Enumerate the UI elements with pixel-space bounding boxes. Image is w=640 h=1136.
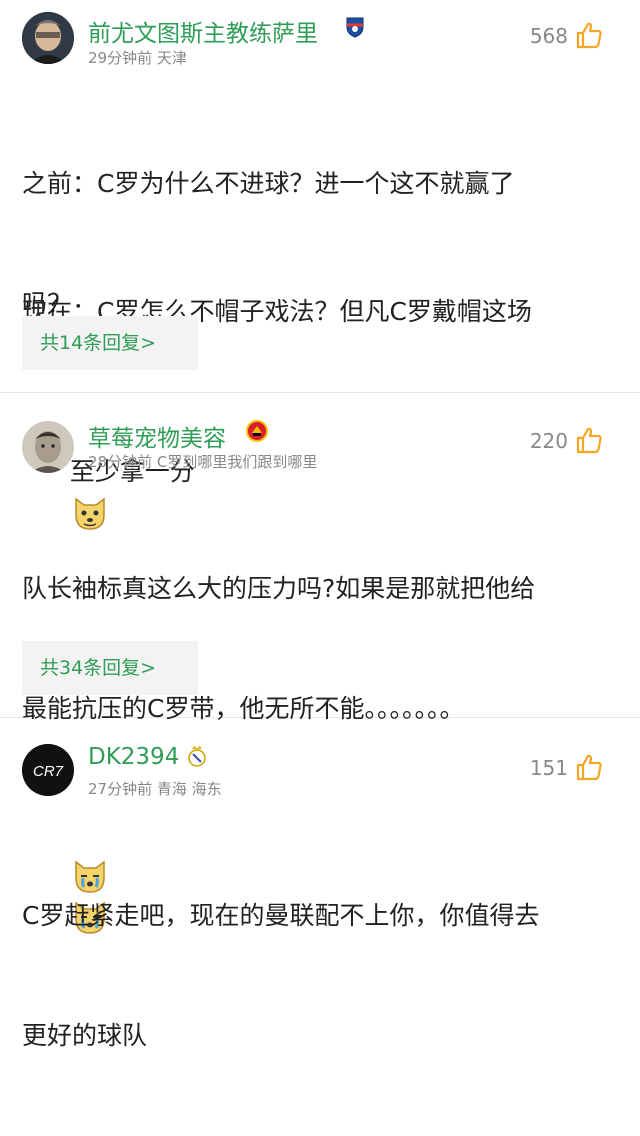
comment-meta: 28分钟前 C罗到哪里我们跟到哪里 [88,451,317,472]
comment-line: 队长袖标真这么大的压力吗?如果是那就把他给 [22,574,536,603]
comment-item: 前尤文图斯主教练萨里 29分钟前 天津 568 之前：C罗为什么不进球？进一个这… [0,0,640,530]
username[interactable]: DK2394 [88,744,179,770]
comment-text: C罗赶紧走吧，现在的曼联配不上你，你值得去 更好的球队 [22,816,618,1136]
comment-location: C罗到哪里我们跟到哪里 [156,453,318,471]
comment-line: C罗赶紧走吧，现在的曼联配不上你，你值得去 [22,901,540,930]
cr7-logo-text: CR7 [33,763,64,780]
comment-line: 更好的球队 [22,1021,148,1050]
avatar[interactable] [22,12,74,64]
comment-line: 之前：C罗为什么不进球？进一个这不就赢了 [22,169,515,198]
view-replies-button[interactable]: 共34条回复> [22,641,198,695]
team-badge-icon [346,17,364,38]
like-count: 220 [529,429,568,453]
real-madrid-badge-icon [188,746,206,767]
comment-time: 27分钟前 [88,780,153,798]
comment-location: 青海 海东 [156,780,222,798]
comment-time: 29分钟前 [88,49,153,67]
comment-meta: 27分钟前 青海 海东 [88,778,222,799]
like-count: 151 [529,756,568,780]
man-utd-badge-icon [246,420,268,442]
view-replies-button[interactable]: 共14条回复> [22,316,198,370]
comment-time: 28分钟前 [88,453,153,471]
username[interactable]: 前尤文图斯主教练萨里 [88,14,318,48]
thumbs-up-icon[interactable] [574,752,604,782]
comment-location: 天津 [156,49,187,67]
thumbs-up-icon[interactable] [574,20,604,50]
username[interactable]: 草莓宠物美容 [88,419,226,453]
thumbs-up-icon[interactable] [574,425,604,455]
avatar[interactable]: CR7 [22,744,74,796]
comment-meta: 29分钟前 天津 [88,47,187,68]
comment-item: CR7 DK2394 27分钟前 青海 海东 151 C罗赶紧走吧，现在的曼联配… [0,718,640,1050]
like-count: 568 [529,24,568,48]
avatar[interactable] [22,421,74,473]
comment-item: 草莓宠物美容 28分钟前 C罗到哪里我们跟到哪里 220 队长袖标真这么大的压力… [0,393,640,934]
